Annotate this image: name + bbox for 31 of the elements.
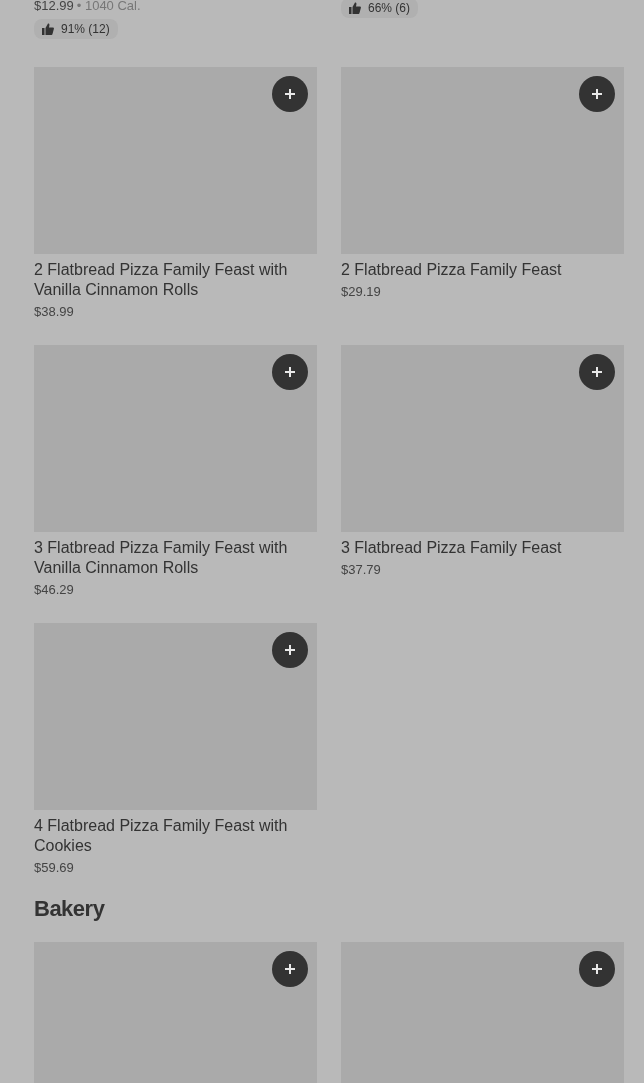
item-title[interactable]: 2 Flatbread Pizza Family Feast xyxy=(341,260,624,280)
item-price: $59.69 xyxy=(34,860,75,875)
plus-icon xyxy=(284,366,296,378)
plus-icon xyxy=(284,963,296,975)
plus-icon xyxy=(591,963,603,975)
plus-icon xyxy=(591,88,603,100)
item-price: $12.99 xyxy=(34,0,74,13)
item-price: $46.29 xyxy=(34,582,75,597)
thumbs-up-icon xyxy=(349,2,361,14)
section-heading: Bakery xyxy=(34,895,106,923)
item-calories: • 1040 Cal. xyxy=(76,0,141,13)
item-title[interactable]: 3 Flatbread Pizza Family Feast xyxy=(341,538,624,558)
plus-icon xyxy=(284,88,296,100)
item-title[interactable]: 2 Flatbread Pizza Family Feast with Vanilla Cinnamon Rolls xyxy=(34,260,317,300)
add-button[interactable] xyxy=(272,632,308,668)
add-button[interactable] xyxy=(272,76,308,112)
plus-icon xyxy=(591,366,603,378)
add-button[interactable] xyxy=(579,76,615,112)
item-title[interactable]: 4 Flatbread Pizza Family Feast with Cookies xyxy=(34,816,317,856)
add-button[interactable] xyxy=(579,354,615,390)
item-title[interactable]: 3 Flatbread Pizza Family Feast with Vanilla Cinnamon Rolls xyxy=(34,538,317,578)
rating-text: 66% (6) xyxy=(368,1,411,15)
add-button[interactable] xyxy=(272,354,308,390)
item-price: $38.99 xyxy=(34,304,75,319)
item-price: $37.79 xyxy=(341,562,382,577)
plus-icon xyxy=(284,644,296,656)
rating-text: 91% (12) xyxy=(61,22,110,36)
thumbs-up-icon xyxy=(42,23,54,35)
item-price: $29.19 xyxy=(341,284,382,299)
add-button[interactable] xyxy=(272,951,308,987)
add-button[interactable] xyxy=(579,951,615,987)
